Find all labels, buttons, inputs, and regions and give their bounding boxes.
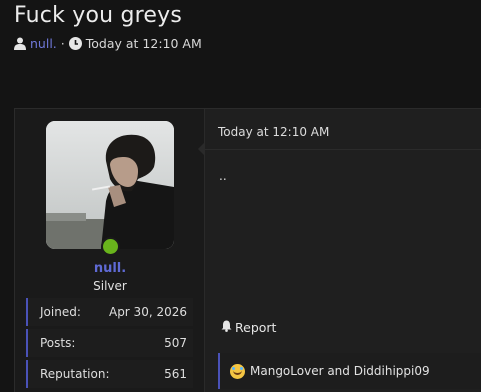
- stat-reputation: Reputation: 561: [26, 360, 193, 388]
- avatar[interactable]: [46, 121, 174, 249]
- stat-value: Apr 30, 2026: [108, 305, 187, 319]
- divider: [205, 149, 481, 150]
- report-button[interactable]: Report: [221, 320, 276, 335]
- stat-value: 507: [164, 336, 187, 350]
- meta-separator: ·: [60, 36, 65, 51]
- stat-value: 561: [164, 367, 187, 381]
- user-title: Silver: [93, 279, 127, 293]
- laughing-emoji-icon: [230, 363, 245, 379]
- stat-label: Reputation:: [40, 367, 110, 381]
- author-link[interactable]: null.: [30, 36, 57, 51]
- online-status-indicator: [101, 237, 120, 256]
- reactions-text[interactable]: MangoLover and Diddihippi09: [250, 364, 430, 378]
- user-panel: null. Silver Joined: Apr 30, 2026 Posts:…: [15, 109, 205, 392]
- post-date[interactable]: Today at 12:10 AM: [218, 125, 329, 139]
- stat-joined: Joined: Apr 30, 2026: [26, 298, 193, 326]
- thread-timestamp[interactable]: Today at 12:10 AM: [86, 36, 202, 51]
- post-container: null. Silver Joined: Apr 30, 2026 Posts:…: [14, 108, 481, 392]
- post-body: ..: [219, 169, 227, 183]
- thread-meta: null. · Today at 12:10 AM: [14, 36, 202, 51]
- clock-icon: [68, 37, 82, 50]
- reactions-bar[interactable]: MangoLover and Diddihippi09: [218, 353, 481, 389]
- stat-label: Posts:: [40, 336, 76, 350]
- stat-posts: Posts: 507: [26, 329, 193, 357]
- bell-icon: [221, 320, 235, 335]
- stat-label: Joined:: [40, 305, 81, 319]
- user-icon: [14, 37, 26, 50]
- thread-title: Fuck you greys: [14, 3, 182, 28]
- post-content: Today at 12:10 AM .. Report MangoLover a…: [204, 109, 481, 392]
- post-username[interactable]: null.: [15, 261, 205, 276]
- report-label: Report: [235, 320, 277, 335]
